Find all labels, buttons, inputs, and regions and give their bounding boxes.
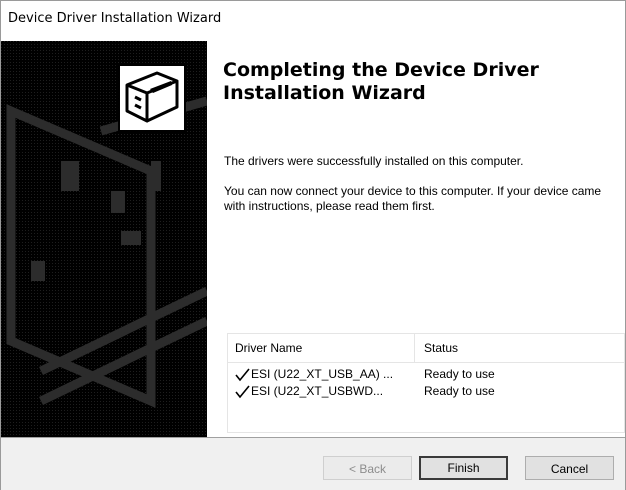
hardware-install-icon: [118, 64, 186, 132]
driver-status: Ready to use: [424, 367, 495, 381]
checkmark-icon: [235, 385, 250, 399]
wizard-sidebar: [1, 41, 207, 437]
title-bar[interactable]: Device Driver Installation Wizard: [1, 1, 625, 41]
instructions-message: You can now connect your device to this …: [224, 184, 602, 213]
button-bar: < Back Finish Cancel: [1, 437, 625, 490]
success-message: The drivers were successfully installed …: [224, 154, 524, 168]
driver-row[interactable]: ESI (U22_XT_USBWD... Ready to use: [228, 383, 624, 400]
column-header-driver-name[interactable]: Driver Name: [235, 334, 410, 362]
driver-list-header: Driver Name Status: [228, 334, 624, 363]
wizard-content: Completing the Device Driver Installatio…: [1, 41, 625, 437]
driver-status: Ready to use: [424, 384, 495, 398]
wizard-window: Device Driver Installation Wizard Comple…: [0, 0, 626, 490]
back-button[interactable]: < Back: [323, 456, 412, 480]
page-title: Completing the Device Driver Installatio…: [223, 59, 539, 104]
driver-name: ESI (U22_XT_USB_AA) ...: [251, 367, 394, 381]
column-header-status[interactable]: Status: [424, 334, 624, 362]
checkmark-icon: [235, 368, 250, 382]
finish-button[interactable]: Finish: [419, 456, 508, 480]
driver-row[interactable]: ESI (U22_XT_USB_AA) ... Ready to use: [228, 366, 624, 383]
window-title: Device Driver Installation Wizard: [8, 11, 222, 26]
cancel-button[interactable]: Cancel: [525, 456, 614, 480]
column-separator[interactable]: [414, 334, 415, 362]
driver-name: ESI (U22_XT_USBWD...: [251, 384, 384, 398]
driver-list[interactable]: Driver Name Status ESI (U22_XT_USB_AA) .…: [227, 333, 625, 433]
